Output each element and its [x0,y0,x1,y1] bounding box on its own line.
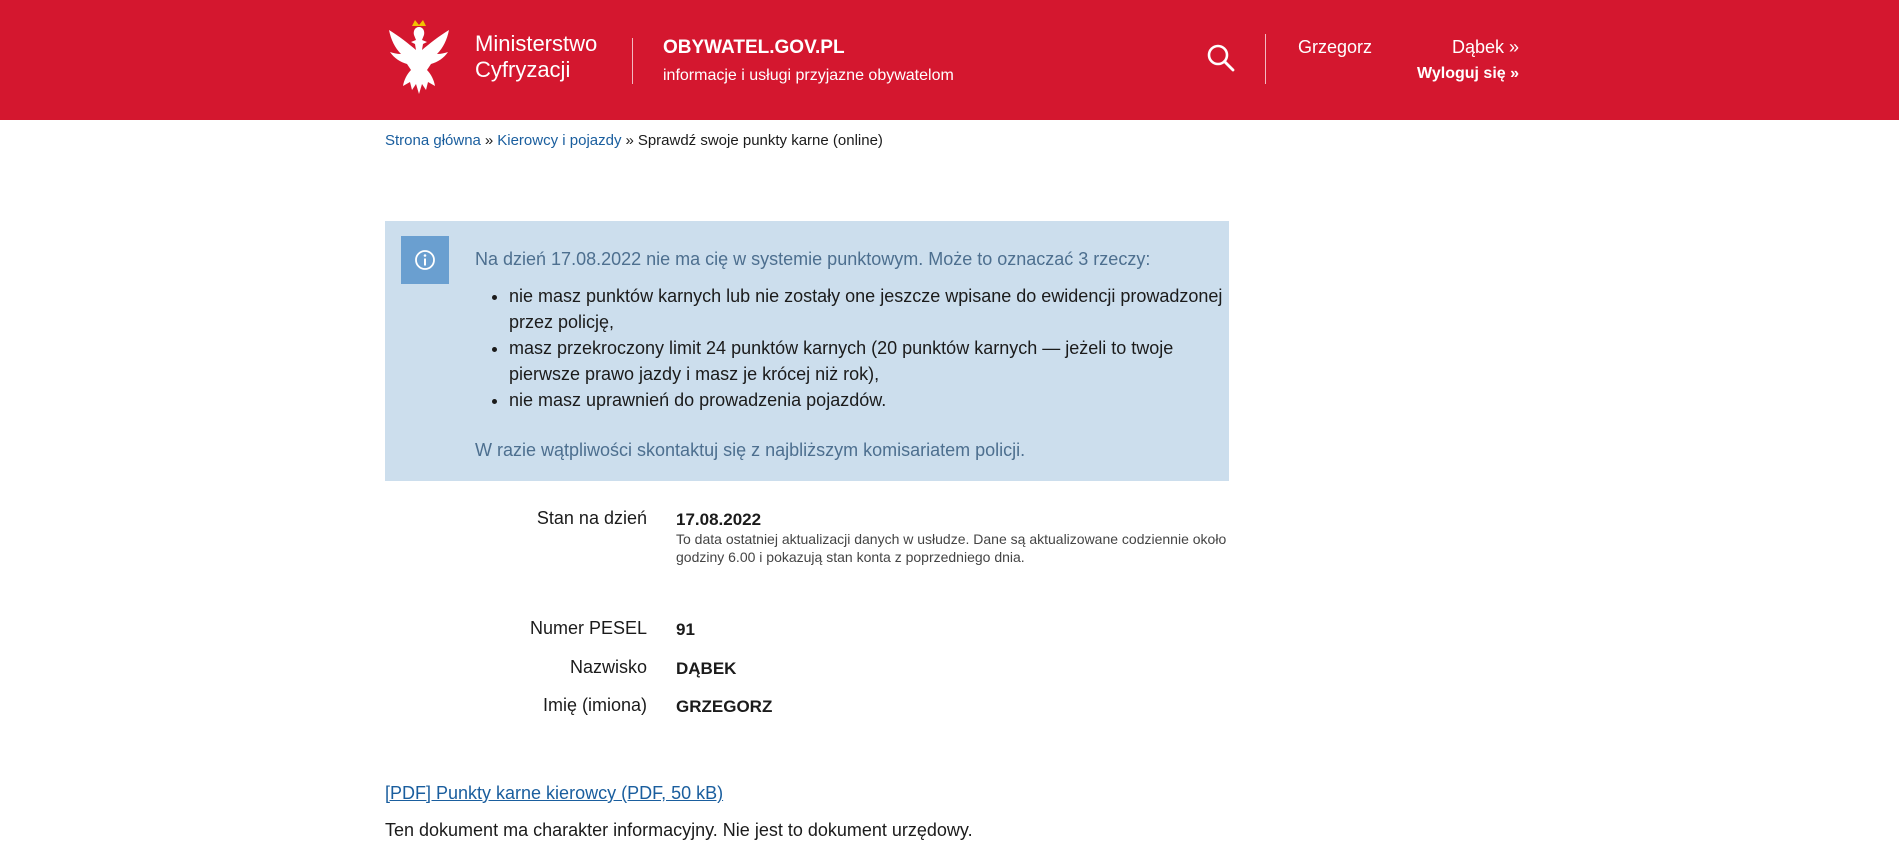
firstname-value: GRZEGORZ [676,697,773,716]
pdf-download-link[interactable]: [PDF] Punkty karne kierowcy (PDF, 50 kB) [385,783,723,804]
site-header: Ministerstwo Cyfryzacji OBYWATEL.GOV.PL … [0,0,1899,120]
date-label: Stan na dzień [536,508,647,528]
breadcrumb: Strona główna» Kierowcy i pojazdy» Sprawdź… [385,132,883,149]
user-first-name[interactable]: Grzegorz [1298,37,1372,58]
header-divider [632,38,633,84]
list-item: masz przekroczony limit 24 punktów karny… [509,335,1229,387]
user-last-name[interactable]: Dąbek » [1380,37,1519,58]
list-item: nie masz punktów karnych lub nie zostały… [509,283,1229,335]
surname-value: DĄBEK [676,659,737,678]
info-outro: W razie wątpliwości skontaktuj się z naj… [475,440,1026,460]
breadcrumb-home[interactable]: Strona główna [385,132,481,149]
ministry-name[interactable]: Ministerstwo Cyfryzacji [475,31,597,83]
footnote: Ten dokument ma charakter informacyjny. … [385,820,973,840]
site-name[interactable]: OBYWATEL.GOV.PL [663,37,845,59]
pesel-value: 91 [676,620,695,639]
header-divider-user [1265,34,1266,84]
info-icon [401,236,449,284]
breadcrumb-current: Sprawdź swoje punkty karne (online) [637,132,883,149]
site-tagline: informacje i usługi przyjazne obywatelom [663,67,954,84]
search-icon[interactable] [1205,42,1237,74]
logout-link[interactable]: Wyloguj się » [1380,65,1519,83]
info-intro: Na dzień 17.08.2022 nie ma cię w systemi… [475,249,1151,269]
breadcrumb-separator: » [625,132,634,149]
eagle-emblem-icon[interactable] [385,20,453,96]
list-item: nie masz uprawnień do prowadzenia pojazd… [509,387,1229,413]
pesel-label: Numer PESEL [529,618,647,638]
breadcrumb-separator: » [484,132,494,149]
firstname-label: Imię (imiona) [542,695,647,715]
date-note: To data ostatniej aktualizacji danych w … [676,531,1227,565]
info-list: nie masz punktów karnych lub nie zostały… [475,283,1229,413]
date-value: 17.08.2022 [676,510,762,529]
surname-label: Nazwisko [569,657,647,677]
info-box: Na dzień 17.08.2022 nie ma cię w systemi… [385,221,1229,481]
breadcrumb-drivers[interactable]: Kierowcy i pojazdy [497,132,621,149]
